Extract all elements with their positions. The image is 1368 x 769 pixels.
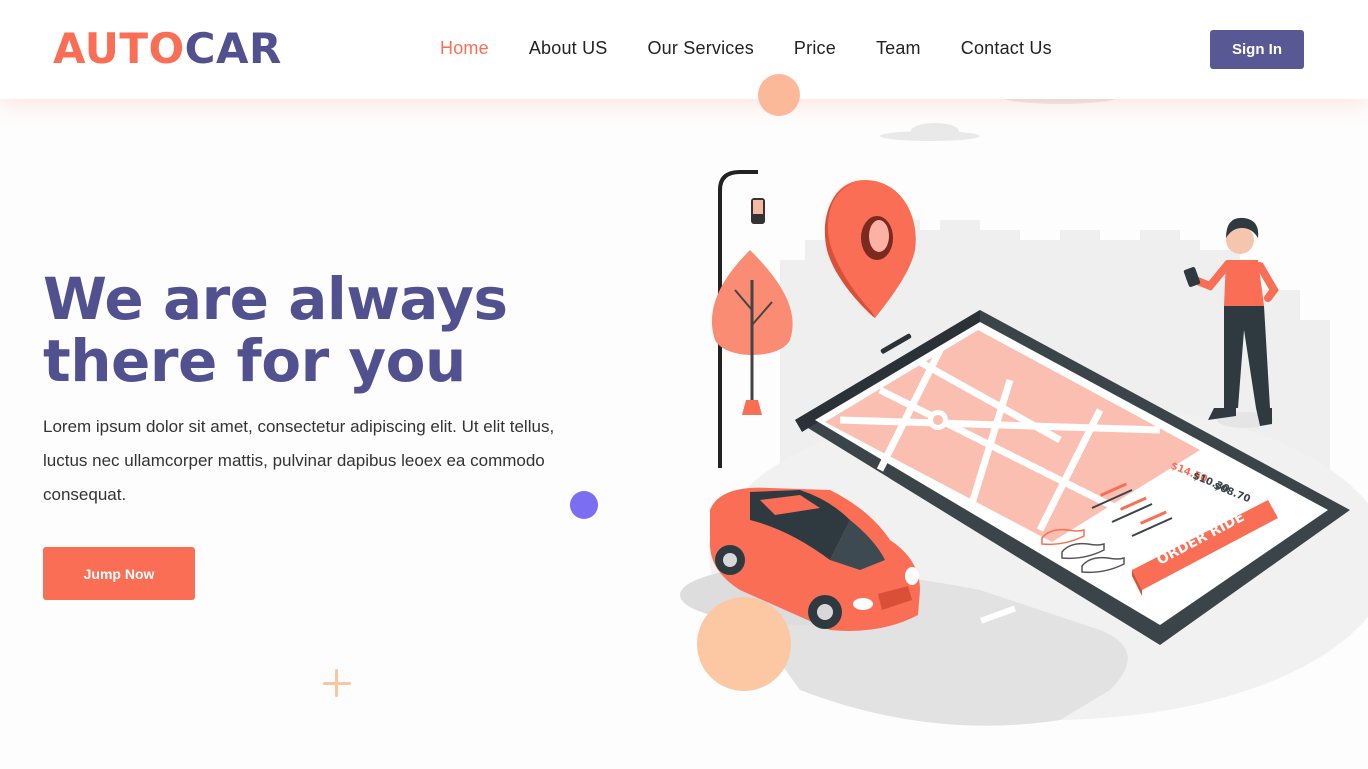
hero-title-line2: there for you [43,327,466,395]
hero-description: Lorem ipsum dolor sit amet, consectetur … [43,417,555,504]
hero-title: We are always there for you [43,268,563,392]
nav-team[interactable]: Team [876,38,921,59]
decor-plus-icon [321,667,353,699]
sign-in-button[interactable]: Sign In [1210,30,1304,69]
decor-blue-dot [570,491,598,519]
decor-peach-dot-top [758,74,800,116]
site-header: AUTOCAR Home About US Our Services Price… [0,0,1368,99]
logo-car: CAR [184,24,282,73]
main-nav: Home About US Our Services Price Team Co… [440,38,1092,59]
logo[interactable]: AUTOCAR [53,24,282,73]
decor-peach-circle [697,597,791,691]
nav-price[interactable]: Price [794,38,836,59]
nav-home[interactable]: Home [440,38,489,59]
nav-about[interactable]: About US [529,38,608,59]
hero-title-line1: We are always [43,265,508,333]
nav-services[interactable]: Our Services [647,38,753,59]
logo-auto: AUTO [53,24,185,73]
jump-now-button[interactable]: Jump Now [43,547,195,600]
nav-contact[interactable]: Contact Us [961,38,1052,59]
